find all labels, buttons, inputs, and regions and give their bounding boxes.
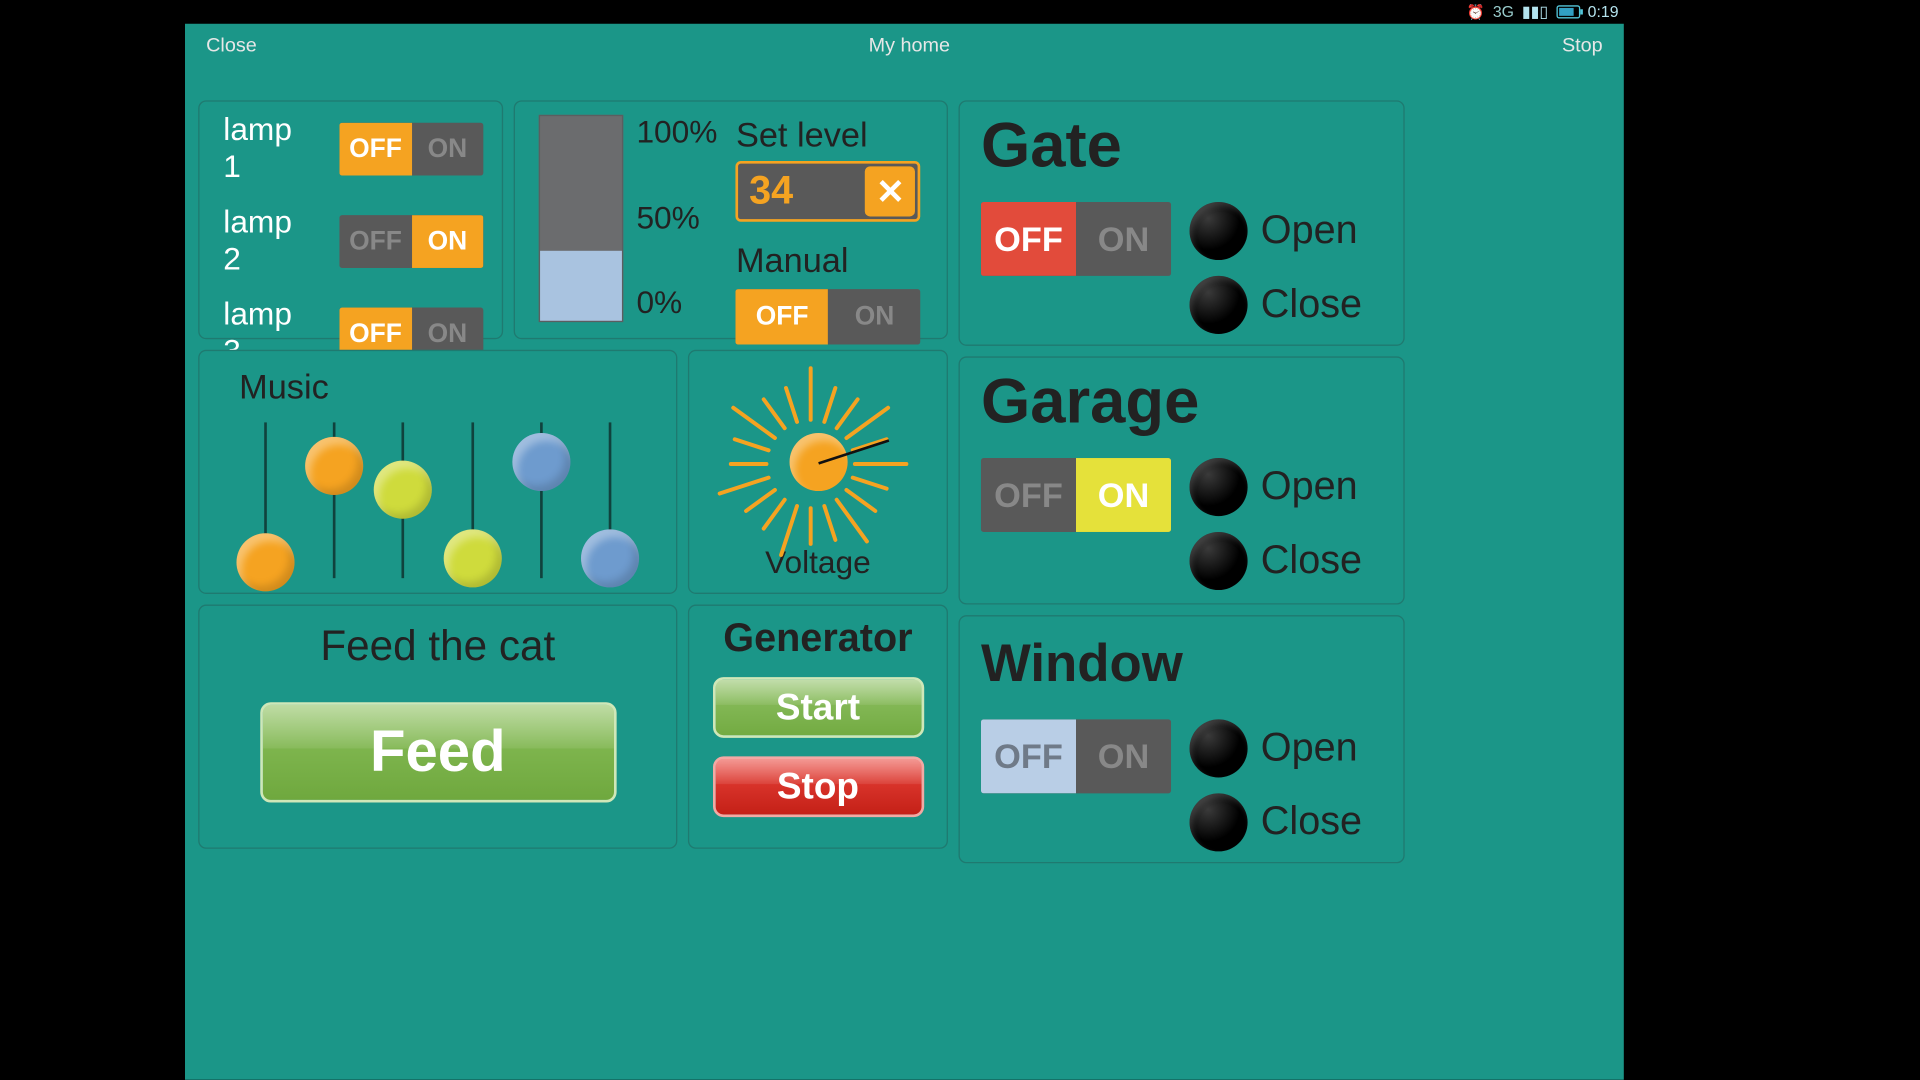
lamp-label: lamp 2 <box>223 205 316 279</box>
toggle-on: ON <box>1076 202 1171 276</box>
stop-button-label: Stop <box>777 766 859 808</box>
gate-open-label: Open <box>1261 209 1358 254</box>
slider-knob[interactable] <box>443 530 501 588</box>
gauge-mark: 50% <box>636 200 717 237</box>
panel-generator: Generator Start Stop <box>688 605 948 849</box>
panel-window: Window OFF ON Open Close <box>959 615 1405 863</box>
music-sliders <box>223 408 652 586</box>
alarm-icon: ⏰ <box>1467 3 1485 20</box>
window-title: Window <box>981 638 1382 691</box>
panel-feed: Feed the cat Feed <box>198 605 677 849</box>
toggle-off: OFF <box>981 719 1076 793</box>
toggle-off: OFF <box>981 202 1076 276</box>
canvas: lamp 1 OFF ON lamp 2 OFF ON lamp 3 OFF O… <box>185 66 1624 1080</box>
toggle-off: OFF <box>340 215 412 268</box>
toggle-on: ON <box>828 289 920 344</box>
music-slider[interactable] <box>511 414 572 586</box>
panel-music: Music <box>198 350 677 594</box>
toggle-on: ON <box>1076 719 1171 793</box>
slider-knob[interactable] <box>581 530 639 588</box>
panel-gate: Gate OFF ON Open Close <box>959 100 1405 346</box>
gate-open-indicator-icon <box>1190 202 1248 260</box>
generator-stop-button[interactable]: Stop <box>712 756 923 817</box>
slider-knob[interactable] <box>237 533 295 591</box>
level-gauge-fill <box>540 251 622 321</box>
toggle-on: ON <box>411 123 483 176</box>
gate-close-indicator-icon <box>1190 276 1248 334</box>
start-button-label: Start <box>776 686 860 728</box>
window-open-indicator-icon <box>1190 719 1248 777</box>
panel-garage: Garage OFF ON Open Close <box>959 356 1405 604</box>
gate-close-label: Close <box>1261 282 1362 327</box>
music-slider[interactable] <box>579 414 640 586</box>
set-level-label: Set level <box>736 115 928 156</box>
close-icon: ✕ <box>876 171 905 212</box>
battery-icon <box>1556 5 1580 18</box>
page-title: My home <box>257 34 1562 56</box>
generator-start-button[interactable]: Start <box>712 677 923 738</box>
generator-title: Generator <box>705 616 931 661</box>
slider-knob[interactable] <box>305 437 363 495</box>
statusbar: ⏰ 3G ▮▮▯ 0:19 <box>185 0 1624 24</box>
toggle-off: OFF <box>981 458 1076 532</box>
slider-knob[interactable] <box>512 433 570 491</box>
garage-close-label: Close <box>1261 539 1362 584</box>
manual-toggle[interactable]: OFF ON <box>736 289 921 344</box>
level-value: 34 <box>739 169 863 214</box>
gauge-marks: 100% 50% 0% <box>636 115 717 322</box>
panel-lamps: lamp 1 OFF ON lamp 2 OFF ON lamp 3 OFF O… <box>198 100 503 339</box>
toggle-off: OFF <box>340 123 412 176</box>
stop-button[interactable]: Stop <box>1562 34 1603 56</box>
music-slider[interactable] <box>304 414 365 586</box>
close-button[interactable]: Close <box>206 34 257 56</box>
lamp-label: lamp 1 <box>223 112 316 186</box>
gauge-mark: 100% <box>636 115 717 152</box>
topbar: Close My home Stop <box>185 24 1624 66</box>
garage-toggle[interactable]: OFF ON <box>981 458 1171 532</box>
network-indicator: 3G <box>1493 3 1514 21</box>
lamp-row: lamp 2 OFF ON <box>200 194 502 286</box>
signal-icon: ▮▮▯ <box>1522 3 1548 21</box>
clear-level-button[interactable]: ✕ <box>865 166 915 216</box>
lamp2-toggle[interactable]: OFF ON <box>340 215 484 268</box>
window-close-label: Close <box>1261 800 1362 845</box>
music-slider[interactable] <box>373 414 434 586</box>
feed-button[interactable]: Feed <box>260 702 616 802</box>
statusbar-clock: 0:19 <box>1588 3 1619 21</box>
lamp1-toggle[interactable]: OFF ON <box>340 123 484 176</box>
music-slider[interactable] <box>442 414 503 586</box>
level-input[interactable]: 34 ✕ <box>736 161 921 222</box>
manual-label: Manual <box>736 240 928 281</box>
garage-open-label: Open <box>1261 465 1358 510</box>
panel-voltage: Voltage <box>688 350 948 594</box>
lamp-row: lamp 1 OFF ON <box>200 102 502 194</box>
feed-button-label: Feed <box>370 719 506 785</box>
window-toggle[interactable]: OFF ON <box>981 719 1171 793</box>
window-close-indicator-icon <box>1190 793 1248 851</box>
panel-level: 100% 50% 0% Set level 34 ✕ Manual OFF <box>514 100 948 339</box>
slider-knob[interactable] <box>374 461 432 519</box>
music-title: Music <box>239 367 652 408</box>
level-gauge[interactable] <box>539 115 623 322</box>
gate-toggle[interactable]: OFF ON <box>981 202 1171 276</box>
gauge-mark: 0% <box>636 285 717 322</box>
window-open-label: Open <box>1261 726 1358 771</box>
gate-title: Gate <box>981 115 1382 178</box>
toggle-on: ON <box>1076 458 1171 532</box>
voltage-dial[interactable] <box>712 370 923 528</box>
toggle-on: ON <box>411 215 483 268</box>
feed-title: Feed the cat <box>223 622 652 671</box>
music-slider[interactable] <box>235 414 296 586</box>
toggle-off: OFF <box>736 289 828 344</box>
garage-title: Garage <box>981 371 1382 434</box>
garage-close-indicator-icon <box>1190 532 1248 590</box>
garage-open-indicator-icon <box>1190 458 1248 516</box>
